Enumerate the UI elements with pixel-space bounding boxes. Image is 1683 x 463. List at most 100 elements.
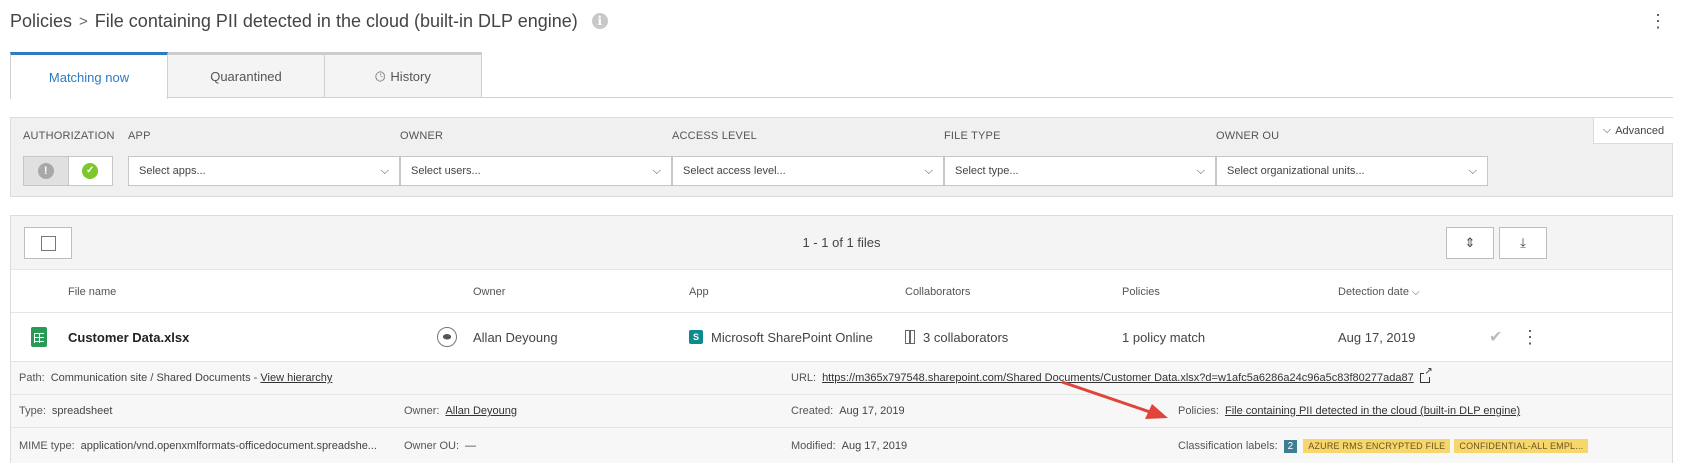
file-collaborators[interactable]: 3 collaborators	[905, 313, 1008, 361]
chevron-down-icon: ⌵	[1196, 164, 1205, 177]
collaborators-text: 3 collaborators	[923, 329, 1009, 345]
column-header-policies[interactable]: Policies	[1122, 286, 1160, 298]
column-header-collaborators[interactable]: Collaborators	[905, 286, 970, 298]
tab-label: Matching now	[48, 69, 130, 85]
page-title: File containing PII detected in the clou…	[94, 10, 578, 31]
download-icon: ⤓	[1520, 235, 1526, 250]
tab-quarantined[interactable]: Quarantined	[167, 52, 325, 98]
tab-matching-now[interactable]: Matching now	[10, 52, 168, 99]
column-header-label: Detection date	[1338, 286, 1409, 298]
mime-value: application/vnd.openxmlformats-officedoc…	[80, 440, 377, 452]
chevron-double-down-icon: ⌵	[1602, 124, 1612, 136]
authorization-label: AUTHORIZATION	[23, 130, 115, 142]
owner-ou-select[interactable]: Select organizational units... ⌵	[1216, 156, 1488, 186]
column-header-app[interactable]: App	[689, 286, 709, 298]
tab-bar: Matching now Quarantined 🕒︎ History	[10, 52, 482, 99]
authorization-filter: AUTHORIZATION ! ✓	[23, 130, 115, 186]
classification-detail: Classification labels: 2 AZURE RMS ENCRY…	[1178, 428, 1592, 463]
file-type-filter-label: FILE TYPE	[944, 130, 1001, 142]
external-link-icon[interactable]	[1419, 367, 1433, 383]
url-detail: URL: https://m365x797548.sharepoint.com/S…	[791, 362, 1433, 394]
owner-ou-filter: OWNER OU Select organizational units... ⌵	[1216, 130, 1488, 186]
owner-link[interactable]: Allan Deyoung	[445, 405, 517, 417]
app-select[interactable]: Select apps... ⌵	[128, 156, 400, 186]
file-policies[interactable]: 1 policy match	[1122, 313, 1205, 361]
classification-label-badge[interactable]: AZURE RMS ENCRYPTED FILE	[1303, 439, 1451, 453]
row-more-icon[interactable]: ⋮	[1521, 313, 1539, 361]
policies-label: Policies:	[1178, 405, 1219, 417]
classification-count-badge: 2	[1283, 439, 1298, 453]
chevron-down-icon: ⌵	[380, 164, 389, 177]
chevron-down-icon: ⌵	[652, 164, 661, 177]
owner-ou-detail: Owner OU: —	[404, 428, 476, 463]
info-icon[interactable]: i	[591, 13, 608, 29]
building-icon	[905, 330, 915, 344]
detail-row-type: Type: spreadsheet Owner: Allan Deyoung Cre…	[11, 394, 1672, 427]
file-app: S Microsoft SharePoint Online	[689, 313, 873, 361]
column-header-detection-date[interactable]: Detection date ⌵	[1338, 286, 1420, 298]
sort-chevron-icon: ⌵	[1412, 287, 1420, 298]
owner-ou-value: —	[465, 440, 477, 452]
export-button[interactable]: ⤓	[1499, 227, 1547, 259]
advanced-filter-button[interactable]: ⌵ Advanced	[1593, 118, 1673, 144]
breadcrumb-separator: >	[79, 12, 88, 30]
access-level-filter: ACCESS LEVEL Select access level... ⌵	[672, 130, 944, 186]
breadcrumb: Policies > File containing PII detected …	[10, 6, 608, 36]
resolve-check-icon[interactable]: ✔	[1489, 313, 1502, 361]
mime-detail: MIME type: application/vnd.openxmlformats…	[19, 428, 377, 463]
modified-label: Modified:	[791, 440, 836, 452]
excel-file-icon	[31, 313, 47, 361]
authorized-toggle-option[interactable]: ✓	[68, 157, 112, 185]
expand-rows-button[interactable]: ⇕	[1446, 227, 1494, 259]
clock-icon: 🕒︎	[375, 68, 386, 84]
column-header-file-name[interactable]: File name	[68, 286, 116, 298]
owner-ou-label: Owner OU:	[404, 440, 460, 452]
app-filter: APP Select apps... ⌵	[128, 130, 400, 186]
file-owner: Allan Deyoung	[473, 329, 558, 345]
access-level-select[interactable]: Select access level... ⌵	[672, 156, 944, 186]
type-label: Type:	[19, 405, 46, 417]
file-url-link[interactable]: https://m365x797548.sharepoint.com/Share…	[822, 372, 1414, 384]
type-value: spreadsheet	[51, 405, 113, 417]
created-detail: Created: Aug 17, 2019	[791, 395, 905, 427]
result-count: 1 - 1 of 1 files	[802, 235, 881, 250]
view-hierarchy-link[interactable]: View hierarchy	[260, 372, 332, 384]
owner-ou-select-placeholder: Select organizational units...	[1227, 165, 1365, 177]
url-label: URL:	[791, 372, 817, 384]
tab-label: Quarantined	[210, 69, 282, 84]
policy-link[interactable]: File containing PII detected in the clou…	[1225, 405, 1520, 417]
check-icon: ✓	[82, 163, 99, 179]
tab-history[interactable]: 🕒︎ History	[324, 52, 482, 98]
file-type-select[interactable]: Select type... ⌵	[944, 156, 1216, 186]
owner-select-placeholder: Select users...	[411, 165, 481, 177]
file-detection-date: Aug 17, 2019	[1338, 329, 1416, 345]
created-label: Created:	[791, 405, 834, 417]
file-type-select-placeholder: Select type...	[955, 165, 1019, 177]
column-header-owner[interactable]: Owner	[473, 286, 505, 298]
table-row[interactable]: Customer Data.xlsx ⬬ Allan Deyoung S Micr…	[11, 313, 1672, 361]
modified-value: Aug 17, 2019	[841, 440, 908, 452]
tabs-divider	[10, 97, 1673, 98]
classification-label: Classification labels:	[1178, 440, 1278, 452]
classification-label-badge[interactable]: CONFIDENTIAL-ALL EMPL...	[1454, 439, 1589, 453]
owner-detail: Owner: Allan Deyoung	[404, 395, 517, 427]
access-level-filter-label: ACCESS LEVEL	[672, 130, 757, 142]
files-table: 1 - 1 of 1 files ⇕ ⤓ File name Owner App…	[10, 215, 1673, 463]
app-filter-label: APP	[128, 130, 151, 142]
more-options-icon[interactable]: ⋮	[1649, 6, 1667, 36]
owner-filter-label: OWNER	[400, 130, 444, 142]
mime-label: MIME type:	[19, 440, 75, 452]
breadcrumb-root-link[interactable]: Policies	[10, 11, 72, 32]
unauthorized-toggle-option[interactable]: !	[24, 157, 69, 185]
expand-collapse-icon: ⇕	[1464, 235, 1476, 250]
filter-bar: AUTHORIZATION ! ✓ APP Select apps... ⌵ OW…	[10, 117, 1673, 197]
file-type-filter: FILE TYPE Select type... ⌵	[944, 130, 1216, 186]
classification-tag-icon[interactable]: ⬬	[437, 313, 457, 361]
created-value: Aug 17, 2019	[839, 405, 905, 417]
file-name[interactable]: Customer Data.xlsx	[68, 313, 189, 361]
detail-row-mime: MIME type: application/vnd.openxmlformats…	[11, 427, 1672, 463]
app-select-placeholder: Select apps...	[139, 165, 206, 177]
owner-select[interactable]: Select users... ⌵	[400, 156, 672, 186]
authorization-toggle[interactable]: ! ✓	[23, 156, 113, 186]
advanced-label: Advanced	[1615, 124, 1665, 137]
